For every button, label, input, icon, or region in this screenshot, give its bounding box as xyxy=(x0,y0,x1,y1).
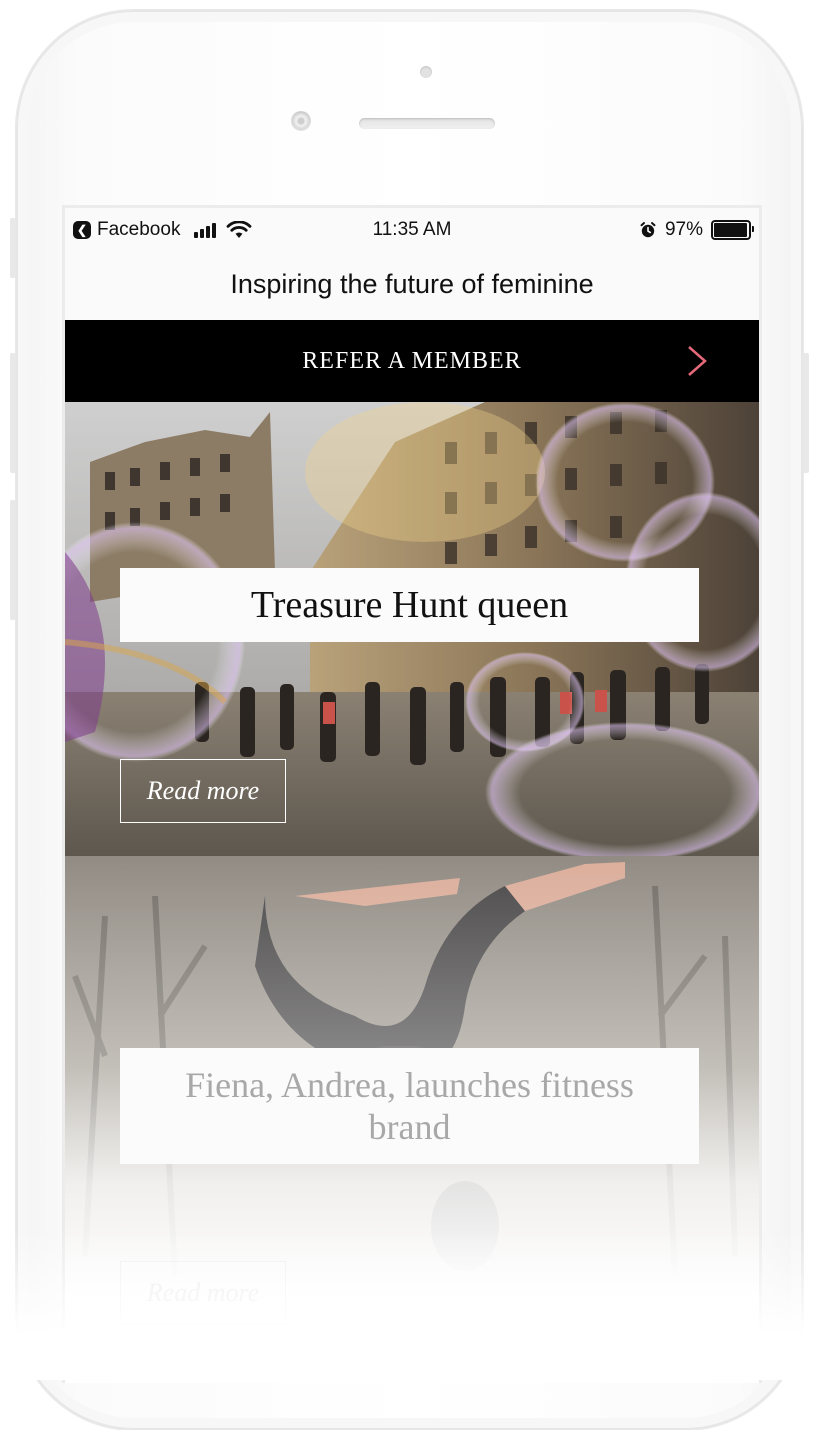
back-to-app-label[interactable]: Facebook xyxy=(97,219,180,241)
earpiece-speaker xyxy=(359,118,495,129)
volume-down-button xyxy=(10,500,16,620)
app-screen: ❮ Facebook 11:35 AM 97% Inspiring the fu… xyxy=(62,205,762,1383)
read-more-button[interactable]: Read more xyxy=(120,1261,286,1325)
cellular-signal-icon xyxy=(194,222,217,238)
article-card[interactable]: Fiena, Andrea, launches fitness brand Re… xyxy=(65,856,759,1383)
refer-member-banner[interactable]: REFER A MEMBER xyxy=(65,320,759,402)
battery-percent: 97% xyxy=(664,219,703,240)
proximity-sensor xyxy=(420,66,432,78)
article-card[interactable]: Treasure Hunt queen Read more xyxy=(65,402,759,856)
battery-icon xyxy=(711,220,754,240)
front-camera-icon xyxy=(291,111,311,131)
power-button xyxy=(803,353,809,473)
read-more-button[interactable]: Read more xyxy=(120,759,286,823)
refer-member-label: REFER A MEMBER xyxy=(302,347,522,374)
status-bar: ❮ Facebook 11:35 AM 97% xyxy=(65,208,759,254)
back-arrow-icon[interactable]: ❮ xyxy=(73,221,91,239)
chevron-right-icon[interactable] xyxy=(679,344,713,378)
article-title[interactable]: Treasure Hunt queen xyxy=(120,568,699,642)
alarm-icon xyxy=(640,222,656,238)
article-title[interactable]: Fiena, Andrea, launches fitness brand xyxy=(120,1048,699,1164)
mute-switch xyxy=(10,218,16,278)
page-title: Inspiring the future of feminine xyxy=(65,254,759,320)
volume-up-button xyxy=(10,353,16,473)
wifi-icon xyxy=(227,221,252,238)
